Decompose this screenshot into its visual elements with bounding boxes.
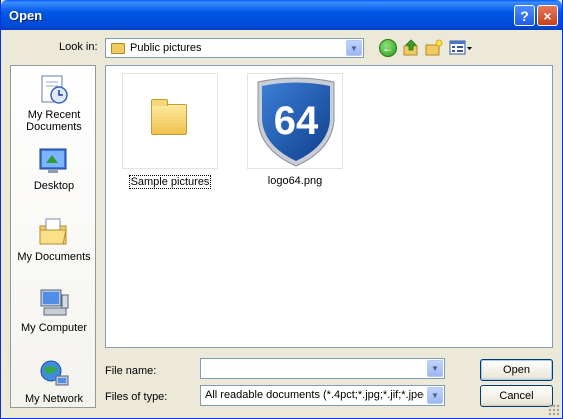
folder-icon xyxy=(151,99,187,135)
file-type-value: All readable documents (*.4pct;*.jpg;*.j… xyxy=(205,389,424,401)
resize-grip-icon[interactable] xyxy=(548,404,560,416)
open-dialog: Open ? × Look in: Public pictures ▼ ← My… xyxy=(0,0,563,419)
views-menu-icon[interactable] xyxy=(449,39,473,57)
title-bar[interactable]: Open ? × xyxy=(1,0,562,30)
desktop-icon xyxy=(38,145,70,177)
file-name: Sample pictures xyxy=(128,175,212,189)
thumbnail xyxy=(122,73,218,169)
file-type-dropdown[interactable]: All readable documents (*.4pct;*.jpg;*.j… xyxy=(200,385,445,406)
new-folder-icon[interactable] xyxy=(425,39,443,57)
place-my-computer[interactable]: My Computer xyxy=(11,287,97,334)
look-in-value: Public pictures xyxy=(130,42,202,54)
thumbnail: 64 xyxy=(247,73,343,169)
look-in-dropdown[interactable]: Public pictures ▼ xyxy=(105,38,364,58)
shield-logo-icon: 64 xyxy=(257,77,335,167)
chevron-down-icon[interactable]: ▼ xyxy=(427,387,443,404)
chevron-down-icon[interactable]: ▼ xyxy=(346,40,362,56)
file-item-folder[interactable]: Sample pictures xyxy=(120,73,220,189)
file-item-image[interactable]: 64 logo64.png xyxy=(245,73,345,187)
place-label: My Recent Documents xyxy=(26,109,82,133)
place-label: My Documents xyxy=(17,251,91,263)
file-name: logo64.png xyxy=(267,175,323,187)
open-button[interactable]: Open xyxy=(480,359,553,381)
help-button[interactable]: ? xyxy=(514,5,535,26)
place-label: Desktop xyxy=(33,180,75,192)
my-network-icon xyxy=(38,358,70,390)
place-label: My Network xyxy=(24,393,84,405)
recent-documents-icon xyxy=(38,74,70,106)
dialog-title: Open xyxy=(9,8,43,23)
my-documents-icon xyxy=(38,216,70,248)
file-list[interactable]: Sample pictures 64 logo64.png xyxy=(105,65,553,348)
places-bar: My Recent Documents Desktop My Documents… xyxy=(10,65,96,408)
place-my-documents[interactable]: My Documents xyxy=(11,216,97,263)
up-folder-icon[interactable] xyxy=(402,39,420,57)
place-my-network[interactable]: My Network xyxy=(11,358,97,405)
place-desktop[interactable]: Desktop xyxy=(11,145,97,192)
folder-icon xyxy=(111,43,125,54)
cancel-button[interactable]: Cancel xyxy=(480,385,553,407)
look-in-label: Look in: xyxy=(59,41,98,53)
chevron-down-icon[interactable]: ▼ xyxy=(427,360,443,377)
file-name-input[interactable]: ▼ xyxy=(200,358,445,379)
logo-badge-text: 64 xyxy=(274,99,319,143)
file-type-label: Files of type: xyxy=(105,391,168,403)
file-name-label: File name: xyxy=(105,365,157,377)
place-my-recent-documents[interactable]: My Recent Documents xyxy=(11,74,97,133)
close-button[interactable]: × xyxy=(537,5,558,26)
back-arrow-icon[interactable]: ← xyxy=(379,39,397,57)
my-computer-icon xyxy=(38,287,70,319)
place-label: My Computer xyxy=(20,322,88,334)
